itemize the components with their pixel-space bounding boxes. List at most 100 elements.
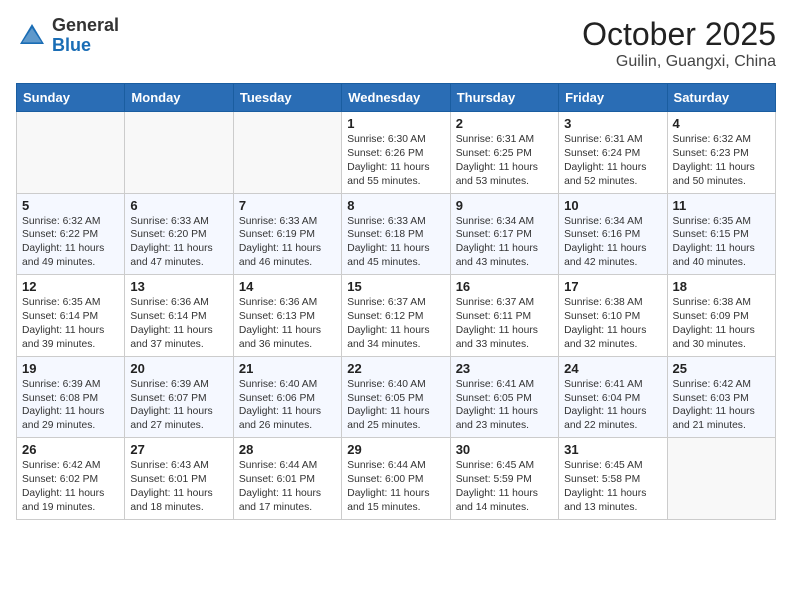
day-info: Sunrise: 6:41 AMSunset: 6:04 PMDaylight:…: [564, 378, 661, 434]
sunset-label: Sunset: 6:05 PM: [456, 393, 532, 404]
sunrise-label: Sunrise: 6:38 AM: [564, 297, 642, 308]
sunrise-label: Sunrise: 6:35 AM: [22, 297, 100, 308]
daylight-label: Daylight: 11 hours and 32 minutes.: [564, 325, 646, 350]
day-info: Sunrise: 6:43 AMSunset: 6:01 PMDaylight:…: [130, 459, 227, 515]
daylight-label: Daylight: 11 hours and 39 minutes.: [22, 325, 104, 350]
sunrise-label: Sunrise: 6:32 AM: [673, 134, 751, 145]
day-info: Sunrise: 6:36 AMSunset: 6:13 PMDaylight:…: [239, 296, 336, 352]
weekday-header-thursday: Thursday: [450, 84, 558, 112]
day-info: Sunrise: 6:35 AM Sunset: 6:14 PM Daylight:…: [22, 296, 119, 352]
day-info: Sunrise: 6:42 AMSunset: 6:03 PMDaylight:…: [673, 378, 770, 434]
day-number: 27: [130, 442, 227, 457]
sunset-label: Sunset: 6:26 PM: [347, 148, 423, 159]
sunset-label: Sunset: 6:02 PM: [22, 474, 98, 485]
day-number: 8: [347, 198, 444, 213]
sunset-label: Sunset: 6:16 PM: [564, 229, 640, 240]
week-row-2: 5Sunrise: 6:32 AMSunset: 6:22 PMDaylight…: [17, 193, 776, 275]
sunset-label: Sunset: 6:23 PM: [673, 148, 749, 159]
sunset-label: Sunset: 6:15 PM: [673, 229, 749, 240]
day-number: 3: [564, 116, 661, 131]
daylight-label: Daylight: 11 hours and 47 minutes.: [130, 243, 212, 268]
calendar-cell: 21Sunrise: 6:40 AMSunset: 6:06 PMDayligh…: [233, 356, 341, 438]
day-info: Sunrise: 6:42 AMSunset: 6:02 PMDaylight:…: [22, 459, 119, 515]
daylight-label: Daylight: 11 hours and 26 minutes.: [239, 406, 321, 431]
sunrise-label: Sunrise: 6:42 AM: [22, 460, 100, 471]
weekday-header-monday: Monday: [125, 84, 233, 112]
calendar-cell: 19Sunrise: 6:39 AMSunset: 6:08 PMDayligh…: [17, 356, 125, 438]
calendar-cell: [17, 112, 125, 194]
sunset-label: Sunset: 6:00 PM: [347, 474, 423, 485]
sunrise-label: Sunrise: 6:45 AM: [564, 460, 642, 471]
day-info: Sunrise: 6:31 AMSunset: 6:25 PMDaylight:…: [456, 133, 553, 189]
daylight-label: Daylight: 11 hours and 30 minutes.: [673, 325, 755, 350]
day-number: 7: [239, 198, 336, 213]
day-number: 28: [239, 442, 336, 457]
weekday-header-friday: Friday: [559, 84, 667, 112]
daylight-label: Daylight: 11 hours and 42 minutes.: [564, 243, 646, 268]
day-number: 20: [130, 361, 227, 376]
sunset-label: Sunset: 6:05 PM: [347, 393, 423, 404]
day-number: 14: [239, 279, 336, 294]
calendar-cell: 13Sunrise: 6:36 AMSunset: 6:14 PMDayligh…: [125, 275, 233, 357]
sunset-label: Sunset: 6:13 PM: [239, 311, 315, 322]
sunrise-label: Sunrise: 6:39 AM: [130, 379, 208, 390]
sunset-label: Sunset: 6:17 PM: [456, 229, 532, 240]
sunset-label: Sunset: 6:06 PM: [239, 393, 315, 404]
day-number: 26: [22, 442, 119, 457]
daylight-label: Daylight: 11 hours and 43 minutes.: [456, 243, 538, 268]
day-info: Sunrise: 6:37 AMSunset: 6:11 PMDaylight:…: [456, 296, 553, 352]
sunset-label: Sunset: 6:22 PM: [22, 229, 98, 240]
daylight-label: Daylight: 11 hours and 23 minutes.: [456, 406, 538, 431]
sunset-label: Sunset: 6:04 PM: [564, 393, 640, 404]
sunset-label: Sunset: 6:11 PM: [456, 311, 531, 322]
day-info: Sunrise: 6:45 AMSunset: 5:59 PMDaylight:…: [456, 459, 553, 515]
calendar-cell: 4Sunrise: 6:32 AMSunset: 6:23 PMDaylight…: [667, 112, 775, 194]
sunset-label: Sunset: 6:20 PM: [130, 229, 206, 240]
daylight-label: Daylight: 11 hours and 18 minutes.: [130, 488, 212, 513]
day-number: 13: [130, 279, 227, 294]
day-number: 30: [456, 442, 553, 457]
daylight-label: Daylight: 11 hours and 33 minutes.: [456, 325, 538, 350]
day-number: 18: [673, 279, 770, 294]
sunrise-label: Sunrise: 6:31 AM: [456, 134, 534, 145]
calendar-cell: 8Sunrise: 6:33 AMSunset: 6:18 PMDaylight…: [342, 193, 450, 275]
day-info: Sunrise: 6:35 AMSunset: 6:15 PMDaylight:…: [673, 215, 770, 271]
calendar-cell: 20Sunrise: 6:39 AMSunset: 6:07 PMDayligh…: [125, 356, 233, 438]
daylight-label: Daylight: 11 hours and 15 minutes.: [347, 488, 429, 513]
day-info: Sunrise: 6:30 AMSunset: 6:26 PMDaylight:…: [347, 133, 444, 189]
sunset-label: Sunset: 6:01 PM: [239, 474, 315, 485]
sunset-label: Sunset: 6:01 PM: [130, 474, 206, 485]
day-info: Sunrise: 6:39 AMSunset: 6:08 PMDaylight:…: [22, 378, 119, 434]
day-info: Sunrise: 6:41 AMSunset: 6:05 PMDaylight:…: [456, 378, 553, 434]
daylight-label: Daylight: 11 hours and 22 minutes.: [564, 406, 646, 431]
sunrise-label: Sunrise: 6:45 AM: [456, 460, 534, 471]
daylight-label: Daylight: 11 hours and 14 minutes.: [456, 488, 538, 513]
sunset-label: Sunset: 6:07 PM: [130, 393, 206, 404]
calendar-cell: 27 Sunrise: 6:43 AMSunset: 6:01 PMDayligh…: [125, 438, 233, 520]
calendar-cell: 18Sunrise: 6:38 AMSunset: 6:09 PMDayligh…: [667, 275, 775, 357]
daylight-label: Daylight: 11 hours and 40 minutes.: [673, 243, 755, 268]
calendar-cell: 5Sunrise: 6:32 AMSunset: 6:22 PMDaylight…: [17, 193, 125, 275]
sunset-label: Sunset: 6:14 PM: [22, 311, 98, 322]
sunset-label: Sunset: 6:10 PM: [564, 311, 640, 322]
sunset-label: Sunset: 6:25 PM: [456, 148, 532, 159]
sunset-label: Sunset: 6:19 PM: [239, 229, 315, 240]
weekday-header-sunday: Sunday: [17, 84, 125, 112]
logo-icon: [16, 20, 48, 52]
calendar-cell: 26Sunrise: 6:42 AMSunset: 6:02 PMDayligh…: [17, 438, 125, 520]
sunrise-label: Sunrise: 6:37 AM: [347, 297, 425, 308]
day-number: 25: [673, 361, 770, 376]
sunrise-label: Sunrise: 6:44 AM: [239, 460, 317, 471]
calendar-cell: 10Sunrise: 6:34 AMSunset: 6:16 PMDayligh…: [559, 193, 667, 275]
calendar-cell: 6Sunrise: 6:33 AMSunset: 6:20 PMDaylight…: [125, 193, 233, 275]
sunrise-label: Sunrise: 6:32 AM: [22, 216, 100, 227]
day-number: 24: [564, 361, 661, 376]
calendar-cell: 16Sunrise: 6:37 AMSunset: 6:11 PMDayligh…: [450, 275, 558, 357]
day-info: Sunrise: 6:32 AMSunset: 6:23 PMDaylight:…: [673, 133, 770, 189]
sunset-label: Sunset: 6:24 PM: [564, 148, 640, 159]
sunset-label: Sunset: 6:09 PM: [673, 311, 749, 322]
calendar-cell: 28Sunrise: 6:44 AMSunset: 6:01 PMDayligh…: [233, 438, 341, 520]
day-info: Sunrise: 6:34 AMSunset: 6:16 PMDaylight:…: [564, 215, 661, 271]
sunrise-label: Sunrise: 6:33 AM: [347, 216, 425, 227]
calendar-cell: 22Sunrise: 6:40 AMSunset: 6:05 PMDayligh…: [342, 356, 450, 438]
